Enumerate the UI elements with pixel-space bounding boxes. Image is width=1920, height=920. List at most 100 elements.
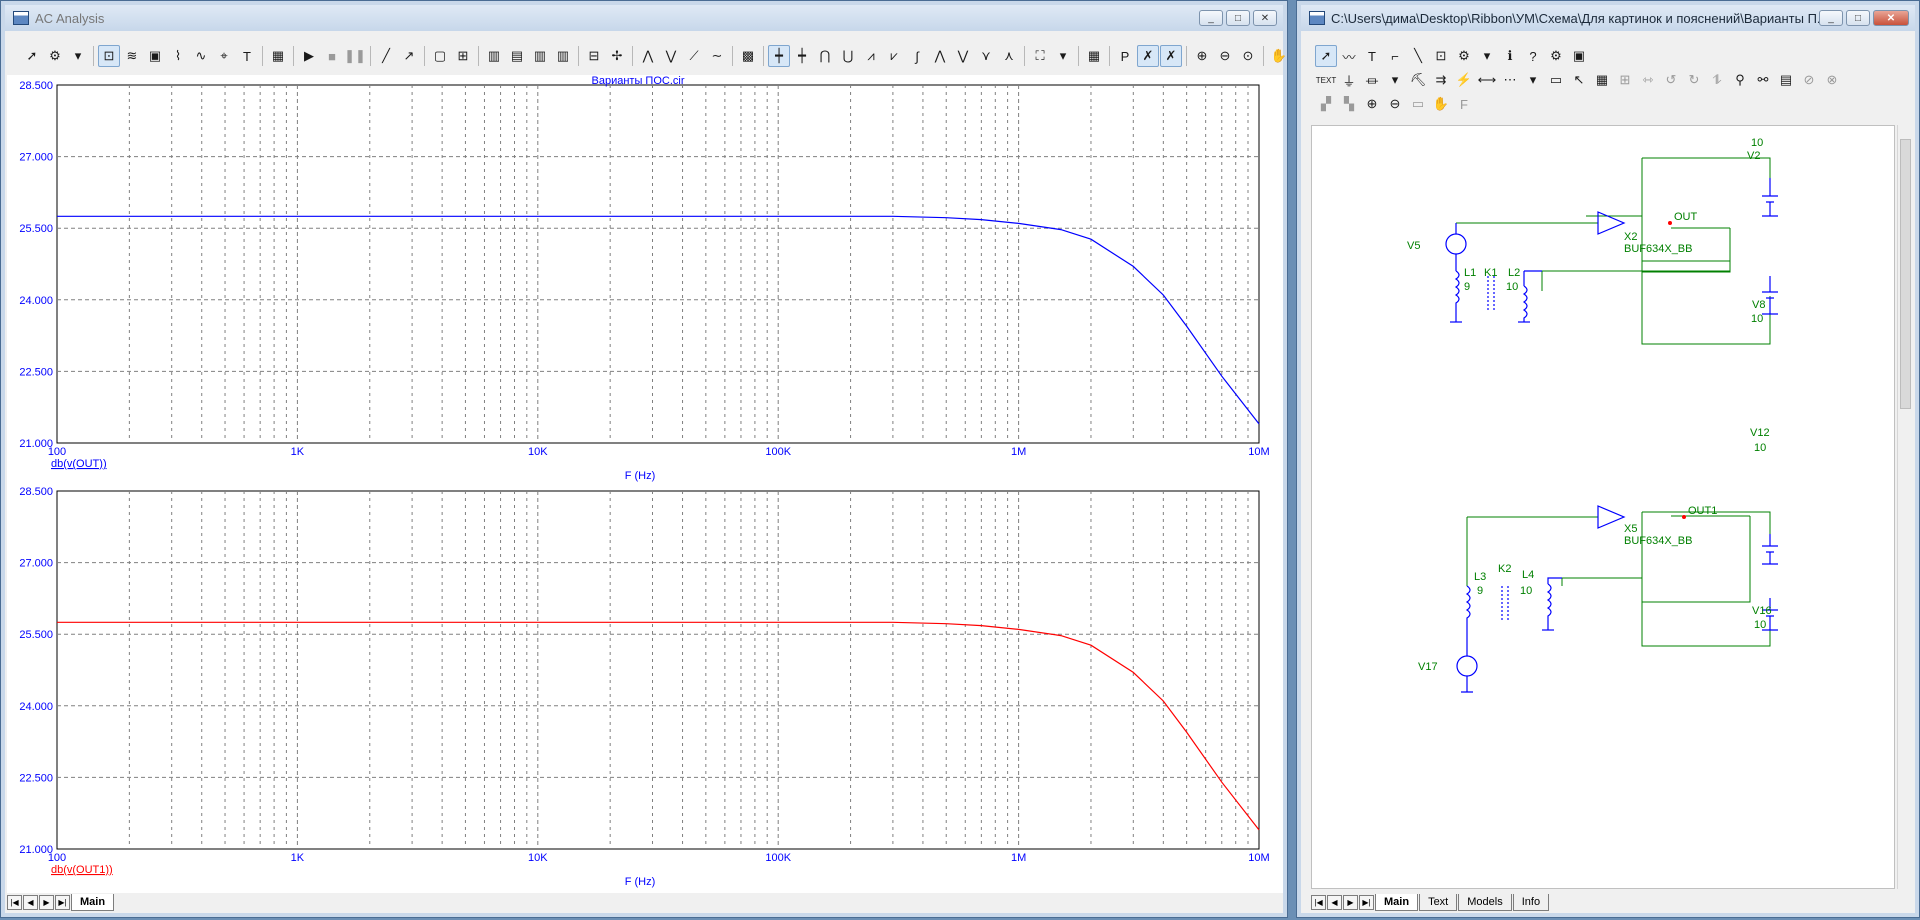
dropdown4-icon[interactable]: ▾ [1522,69,1544,91]
global-high-icon[interactable]: ⋀ [929,45,951,67]
component-icon[interactable]: ⚙ [44,45,66,67]
stack-icon[interactable]: ▥ [483,45,505,67]
align-icon[interactable]: ⊞ [1614,69,1636,91]
line-tool-icon[interactable]: ╱ [375,45,397,67]
select-arrow-icon[interactable]: ➚ [21,45,43,67]
arrow-line-icon[interactable]: ↗ [398,45,420,67]
ungroup-icon[interactable]: ▚ [1338,93,1360,115]
scale-mode-icon[interactable]: ⊡ [98,45,120,67]
sch-close-button[interactable]: ✕ [1873,10,1909,26]
cancel-icon[interactable]: ⊗ [1821,69,1843,91]
hand-icon[interactable]: ✋ [1430,93,1452,115]
waveform-icon[interactable]: ≋ [121,45,143,67]
frame-icon[interactable]: ▢ [429,45,451,67]
wire-icon[interactable]: 〰 [1338,45,1360,67]
text-mode-icon[interactable]: TEXT [1315,69,1337,91]
curve-icon[interactable]: ∿ [190,45,212,67]
wave-icon[interactable]: ∼ [706,45,728,67]
info-icon[interactable]: ℹ [1499,45,1521,67]
select-arrow-icon[interactable]: ➚ [1315,45,1337,67]
diagonal-wire-icon[interactable]: ╲ [1407,45,1429,67]
bottom-icon[interactable]: ⋏ [998,45,1020,67]
first-tab-icon[interactable]: |◀ [1311,894,1326,910]
low-icon[interactable]: ⩗ [883,45,905,67]
stack2-icon[interactable]: ▤ [506,45,528,67]
horizontal-line-icon[interactable]: ⟷ [1476,69,1498,91]
last-tab-icon[interactable]: ▶| [55,894,70,910]
notes-icon[interactable]: ▤ [1775,69,1797,91]
stack4-icon[interactable]: ▥ [552,45,574,67]
palette-icon[interactable]: ▣ [1568,45,1590,67]
ortho-wire-icon[interactable]: ⌐ [1384,45,1406,67]
plot-area[interactable]: 28.500 27.000 25.500 24.000 22.500 21.000 100 1… [7,75,1283,893]
minimize-button[interactable]: _ [1199,10,1223,26]
vertical-scrollbar[interactable] [1897,125,1913,889]
ac-plots[interactable]: 28.50027.00025.50024.00022.50021.000100 1… [7,75,1283,893]
top-icon[interactable]: ⋎ [975,45,997,67]
label-y-icon[interactable]: ✗ [1160,45,1182,67]
probe-icon[interactable]: ⛶ [1029,45,1051,67]
close-button[interactable]: ✕ [1253,10,1277,26]
tab-main[interactable]: Main [1375,893,1419,911]
page-icon[interactable]: ▭ [1545,69,1567,91]
high-icon[interactable]: ⩘ [860,45,882,67]
ac-title-bar[interactable]: AC Analysis _ □ ✕ [5,5,1283,31]
schematic-drawing[interactable]: 10 V2 V5 V8 10 X2 BUF634X_BB OUT L1 9 K1… [1312,126,1896,890]
schematic-canvas[interactable]: 10 V2 V5 V8 10 X2 BUF634X_BB OUT L1 9 K1… [1311,125,1895,889]
binoculars-icon[interactable]: ⚯ [1752,69,1774,91]
properties-icon[interactable]: ▦ [1591,69,1613,91]
tab-main[interactable]: Main [71,893,115,911]
zoom-in-icon[interactable]: ⊕ [1191,45,1213,67]
font-icon[interactable]: F [1453,93,1475,115]
rotate-right-icon[interactable]: ↻ [1683,69,1705,91]
run-icon[interactable]: ▶ [298,45,320,67]
p-tool-icon[interactable]: P [1114,45,1136,67]
text-tool-icon[interactable]: T [236,45,258,67]
zoom-fit-icon[interactable]: ⊙ [1237,45,1259,67]
flip-icon[interactable]: ⇿ [1637,69,1659,91]
zoom-in-icon[interactable]: ⊕ [1361,93,1383,115]
point-icon[interactable]: ⌖ [213,45,235,67]
group-icon[interactable]: ▞ [1315,93,1337,115]
graph-icon[interactable]: ⌇ [167,45,189,67]
valley-find-icon[interactable]: ⋃ [837,45,859,67]
flow-icon[interactable]: ⇉ [1430,69,1452,91]
find-icon[interactable]: ⚲ [1729,69,1751,91]
dropdown-arrow-icon[interactable]: ▾ [67,45,89,67]
tab-info[interactable]: Info [1512,893,1550,911]
prev-tab-icon[interactable]: ◀ [1327,894,1342,910]
calculator-icon[interactable]: ▦ [267,45,289,67]
zoom-out-icon[interactable]: ⊖ [1384,93,1406,115]
dropdown2-icon[interactable]: ▾ [1052,45,1074,67]
tab-models[interactable]: Models [1458,893,1512,911]
label-x-icon[interactable]: ✗ [1137,45,1159,67]
peak-icon[interactable]: ⋀ [637,45,659,67]
hand-icon[interactable]: ✋ [1268,45,1290,67]
dots-icon[interactable]: ⋯ [1499,69,1521,91]
slope-icon[interactable]: ⟋ [683,45,705,67]
zoom-out-icon[interactable]: ⊖ [1214,45,1236,67]
prev-tab-icon[interactable]: ◀ [23,894,38,910]
grid-icon[interactable]: ⊞ [452,45,474,67]
cursor-left-icon[interactable]: ┿ [768,45,790,67]
dropdown3-icon[interactable]: ▾ [1384,69,1406,91]
cursor-right-icon[interactable]: ┿ [791,45,813,67]
power-icon[interactable]: ⚡ [1453,69,1475,91]
options-icon[interactable]: ⚙ [1545,45,1567,67]
scrollbar-thumb[interactable] [1900,139,1911,409]
pause-icon[interactable]: ❚❚ [344,45,366,67]
table-icon[interactable]: ▦ [1083,45,1105,67]
sch-minimize-button[interactable]: _ [1819,10,1843,26]
sch-maximize-button[interactable]: □ [1846,10,1870,26]
stop-icon[interactable]: ■ [321,45,343,67]
tab-text[interactable]: Text [1419,893,1458,911]
pin-icon[interactable]: ⏛ [1361,69,1383,91]
valley-icon[interactable]: ⋁ [660,45,682,67]
mirror-icon[interactable]: ⥮ [1706,69,1728,91]
peak-find-icon[interactable]: ⋂ [814,45,836,67]
node-numbers-icon[interactable]: ⏚ [1338,69,1360,91]
bus-icon[interactable]: ⊡ [1430,45,1452,67]
stack3-icon[interactable]: ▥ [529,45,551,67]
component-icon[interactable]: ⚙ [1453,45,1475,67]
probe-icon[interactable]: ⛏ [1407,69,1429,91]
